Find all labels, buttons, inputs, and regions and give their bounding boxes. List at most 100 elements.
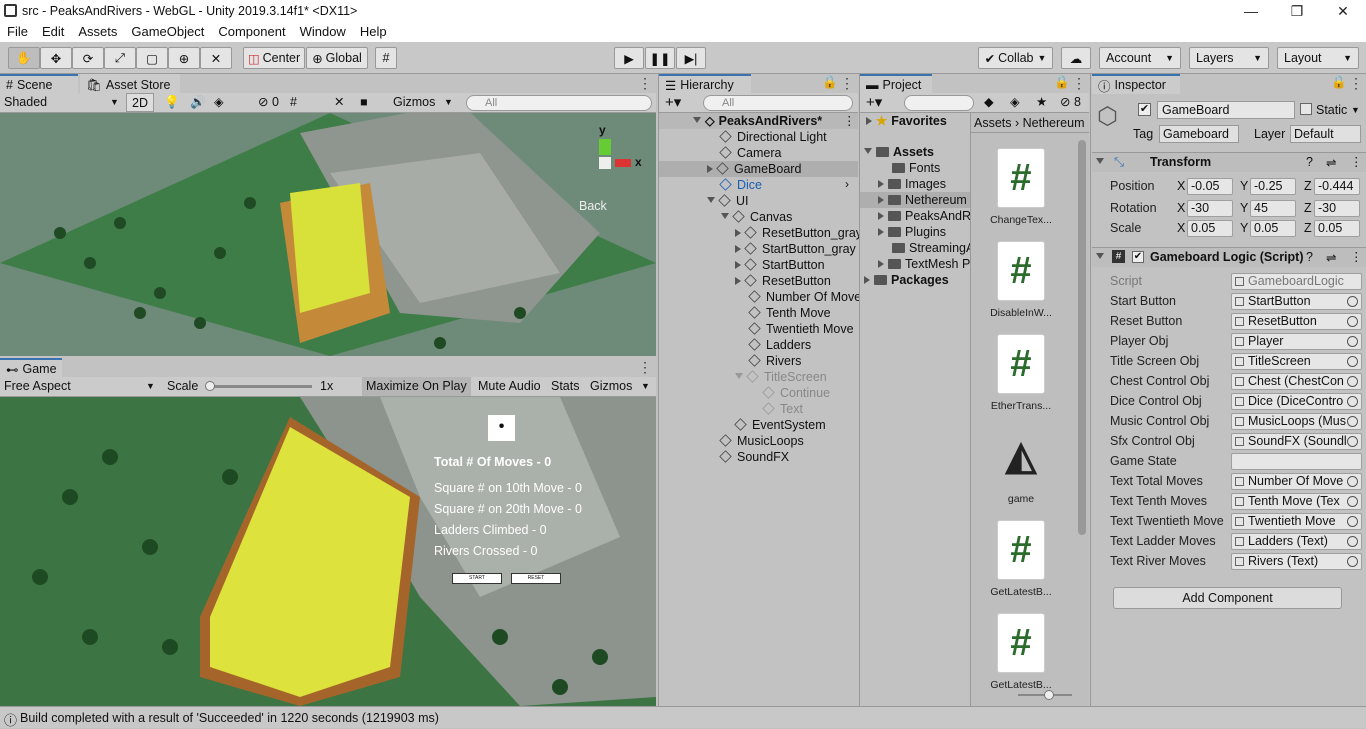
component-menu-icon[interactable]: ⋮ (1350, 249, 1363, 264)
asset-scrollbar[interactable] (1078, 140, 1086, 535)
inspector-menu-icon[interactable]: ⋮ (1349, 75, 1363, 92)
menu-gameobject[interactable]: GameObject (124, 22, 211, 42)
project-create-button[interactable]: +▾ (866, 93, 882, 112)
pause-button[interactable]: ❚❚ (645, 47, 675, 69)
shading-dropdown[interactable]: Shaded (4, 93, 47, 112)
hier-item-rivers[interactable]: Rivers (748, 353, 801, 369)
hand-tool-icon[interactable]: ✋ (8, 47, 40, 69)
layers-dropdown[interactable]: Layers ▼ (1189, 47, 1269, 69)
field-value-reset-button[interactable]: ResetButton (1231, 313, 1362, 330)
rotation-z-field[interactable]: -30 (1314, 200, 1360, 217)
scale-z-field[interactable]: 0.05 (1314, 220, 1360, 237)
hier-item-startbutton[interactable]: StartButton (735, 257, 825, 273)
asset-script-2[interactable]: # DisableInW... (976, 241, 1066, 319)
scene-menu-icon[interactable]: ⋮ (638, 75, 652, 92)
project-menu-icon[interactable]: ⋮ (1072, 75, 1086, 92)
add-component-button[interactable]: Add Component (1113, 587, 1342, 609)
menu-file[interactable]: File (0, 22, 35, 42)
game-viewport[interactable]: • Total # Of Moves - 0 Square # on 10th … (0, 397, 656, 706)
menu-assets[interactable]: Assets (71, 22, 124, 42)
asset-scene-game[interactable]: ◭ game (976, 427, 1066, 505)
rotation-y-field[interactable]: 45 (1250, 200, 1296, 217)
project-search-input[interactable] (904, 95, 974, 111)
tools-icon[interactable]: ✕ (334, 93, 344, 112)
preset-icon[interactable]: ⇌ (1326, 250, 1336, 265)
scale-y-field[interactable]: 0.05 (1250, 220, 1296, 237)
lock-icon[interactable]: 🔒 (822, 75, 838, 90)
object-picker-icon[interactable] (1347, 396, 1358, 407)
hier-item-startbutton-gray[interactable]: StartButton_gray (735, 241, 856, 257)
object-picker-icon[interactable] (1347, 536, 1358, 547)
breadcrumb-assets[interactable]: Assets (974, 116, 1012, 130)
position-z-field[interactable]: -0.444 (1314, 178, 1360, 195)
tab-project[interactable]: ▬ Project (860, 74, 932, 94)
menu-window[interactable]: Window (293, 22, 353, 42)
scale-slider[interactable] (206, 385, 312, 388)
start-button[interactable]: START (452, 573, 502, 584)
game-gizmos-dropdown[interactable]: Gizmos (590, 377, 632, 396)
chevron-down-icon[interactable]: ▼ (1351, 105, 1360, 115)
field-value-title-screen-obj[interactable]: TitleScreen (1231, 353, 1362, 370)
lock-icon[interactable]: 🔒 (1331, 75, 1347, 90)
hierarchy-root-row[interactable]: ◇ PeaksAndRivers* ⋮ (659, 113, 858, 129)
rect-tool-icon[interactable]: ▢ (136, 47, 168, 69)
rotation-x-field[interactable]: -30 (1187, 200, 1233, 217)
hidden-objects-icon[interactable]: ⊘ (258, 93, 268, 112)
hier-item-musicloops[interactable]: MusicLoops (719, 433, 804, 449)
lock-icon[interactable]: 🔒 (1054, 75, 1070, 90)
hier-item-titlescreen[interactable]: TitleScreen (735, 369, 827, 385)
rotate-tool-icon[interactable]: ⟳ (72, 47, 104, 69)
object-picker-icon[interactable] (1347, 376, 1358, 387)
custom-tool-icon[interactable]: ✕ (200, 47, 232, 69)
hier-item-camera[interactable]: Camera (719, 145, 781, 161)
component-enabled-checkbox[interactable]: ✔ (1132, 251, 1144, 263)
packages-node[interactable]: Packages (864, 272, 949, 288)
menu-component[interactable]: Component (211, 22, 292, 42)
tab-game[interactable]: ⊷ Game (0, 358, 62, 378)
icon-size-slider-handle[interactable] (1044, 690, 1054, 700)
hier-item-tenth-move[interactable]: Tenth Move (748, 305, 831, 321)
hier-item-resetbutton[interactable]: ResetButton (735, 273, 831, 289)
stats-toggle[interactable]: Stats (551, 377, 580, 396)
transform-header[interactable]: ⤡ Transform ? ⇌ ⋮ (1092, 152, 1366, 172)
folder-peaksandrivers[interactable]: PeaksAndRivers (878, 208, 970, 224)
object-picker-icon[interactable] (1347, 296, 1358, 307)
hier-item-ui[interactable]: UI (707, 193, 749, 209)
layout-dropdown[interactable]: Layout ▼ (1277, 47, 1359, 69)
object-picker-icon[interactable] (1347, 436, 1358, 447)
menu-help[interactable]: Help (353, 22, 394, 42)
step-button[interactable]: ▶| (676, 47, 706, 69)
move-tool-icon[interactable]: ✥ (40, 47, 72, 69)
grid-icon[interactable]: # (290, 93, 297, 112)
hier-item-gameboard[interactable]: GameBoard (707, 161, 801, 177)
pivot-center-toggle[interactable]: ◫ Center (243, 47, 305, 69)
hier-item-canvas[interactable]: Canvas (721, 209, 792, 225)
maximize-button[interactable]: ❐ (1274, 0, 1320, 22)
field-value-sfx-control-obj[interactable]: SoundFX (Soundl (1231, 433, 1362, 450)
effects-icon[interactable]: ◈ (214, 93, 224, 112)
active-checkbox[interactable]: ✔ (1138, 103, 1151, 116)
help-icon[interactable]: ? (1306, 155, 1313, 169)
hier-item-text[interactable]: Text (762, 401, 803, 417)
orientation-gizmo[interactable]: y x Back (575, 123, 645, 223)
gizmo-center-cube[interactable] (599, 157, 611, 169)
object-picker-icon[interactable] (1347, 516, 1358, 527)
folder-plugins[interactable]: Plugins (878, 224, 946, 240)
play-button[interactable]: ▶ (614, 47, 644, 69)
audio-icon[interactable]: 🔊 (190, 93, 206, 112)
object-picker-icon[interactable] (1347, 476, 1358, 487)
field-value-chest-control-obj[interactable]: Chest (ChestCon (1231, 373, 1362, 390)
field-value-start-button[interactable]: StartButton (1231, 293, 1362, 310)
field-value-text-ladder-moves[interactable]: Ladders (Text) (1231, 533, 1362, 550)
breadcrumb-nethereum[interactable]: Nethereum (1023, 116, 1085, 130)
tab-inspector[interactable]: ⓘ Inspector (1092, 74, 1180, 94)
position-x-field[interactable]: -0.05 (1187, 178, 1233, 195)
field-value-dice-control-obj[interactable]: Dice (DiceContro (1231, 393, 1362, 410)
field-value-text-river-moves[interactable]: Rivers (Text) (1231, 553, 1362, 570)
object-picker-icon[interactable] (1347, 316, 1358, 327)
asset-script-4[interactable]: # GetLatestB... (976, 520, 1066, 598)
folder-fonts[interactable]: Fonts (892, 160, 940, 176)
snap-grid-icon[interactable]: # (375, 47, 397, 69)
maximize-on-play-toggle[interactable]: Maximize On Play (362, 377, 471, 396)
search-by-label-icon[interactable]: ◈ (1010, 93, 1020, 112)
